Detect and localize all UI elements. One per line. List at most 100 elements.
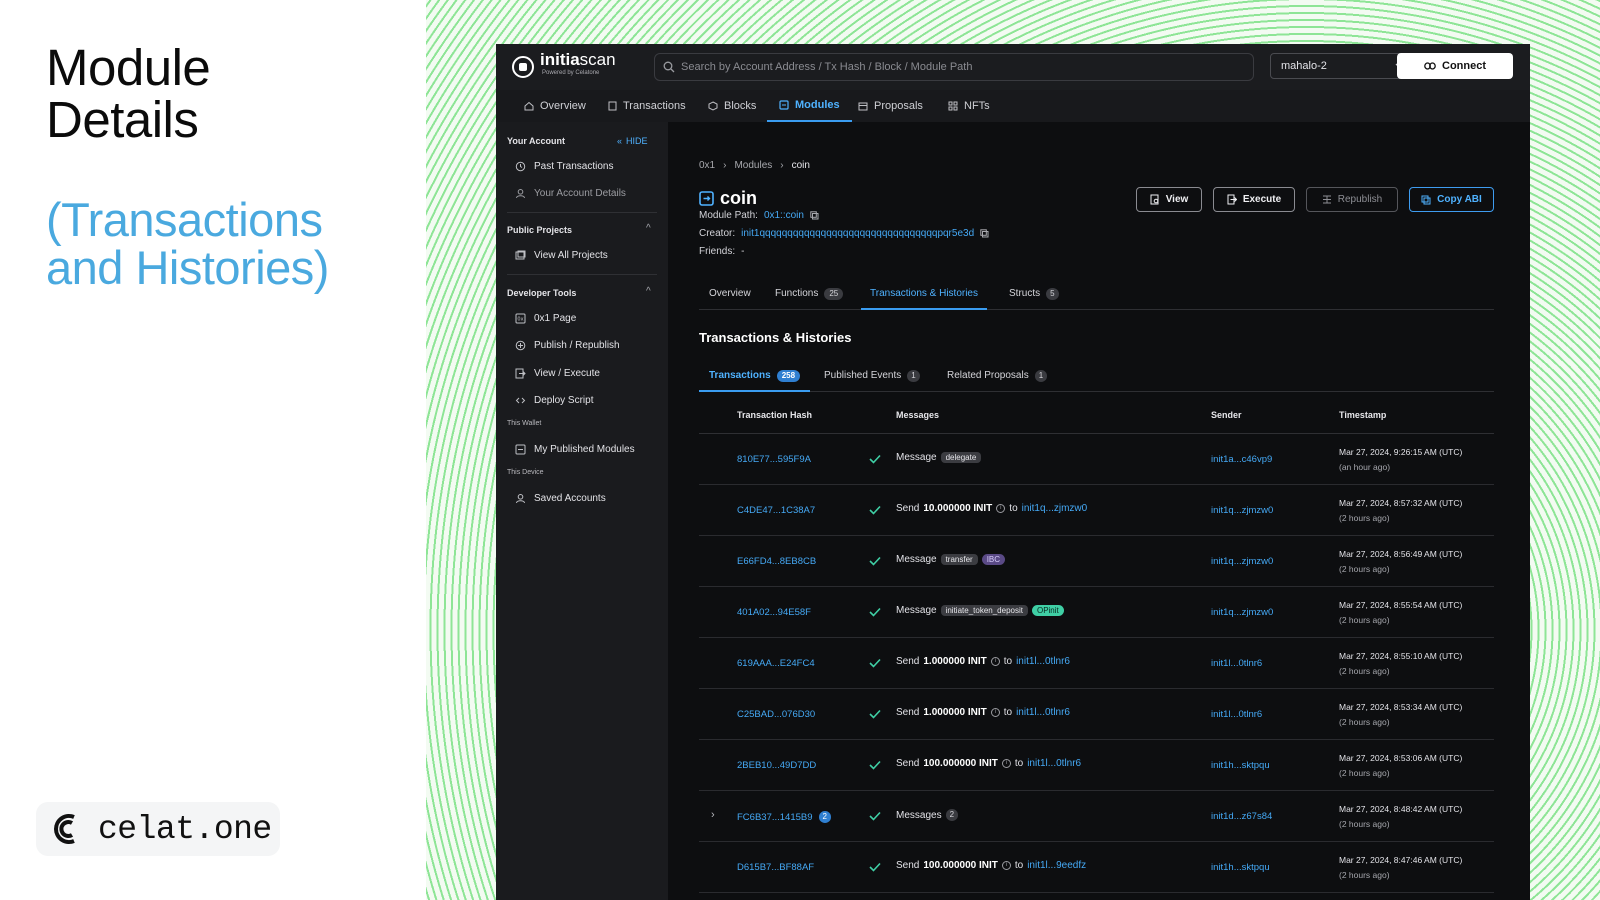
search-icon <box>663 61 675 73</box>
nav-modules-label: Modules <box>795 99 840 111</box>
nav-modules[interactable]: Modules <box>767 90 852 122</box>
copy-icon[interactable] <box>980 229 989 238</box>
expand-chevron-icon[interactable]: › <box>711 809 715 821</box>
copy-icon[interactable] <box>810 211 819 220</box>
tx-hash[interactable]: FC6B37...1415B9 2 <box>737 811 831 823</box>
tx-sender[interactable]: init1q...zjmzw0 <box>1211 607 1273 618</box>
creator-address[interactable]: init1qqqqqqqqqqqqqqqqqqqqqqqqqqqqqqqqpqr… <box>741 228 974 239</box>
recipient-address[interactable]: init1q...zjmzw0 <box>1022 503 1088 514</box>
table-row[interactable]: 401A02...94E58F Message initiate_token_d… <box>699 587 1494 638</box>
tab-overview[interactable]: Overview <box>709 284 751 310</box>
search-input[interactable] <box>681 61 1241 73</box>
sidebar-item-my-published-modules[interactable]: My Published Modules <box>515 441 635 457</box>
nav-proposals[interactable]: Proposals <box>858 90 923 122</box>
tx-sender[interactable]: init1d...z67s84 <box>1211 811 1272 822</box>
column-header-hash: Transaction Hash <box>737 410 813 420</box>
main-nav: Overview Transactions Blocks Modules Pro… <box>496 90 1530 122</box>
tx-hash[interactable]: 401A02...94E58F <box>737 607 811 618</box>
tx-hash[interactable]: C25BAD...076D30 <box>737 709 815 720</box>
user-icon <box>516 493 525 503</box>
info-icon[interactable]: i <box>990 708 1000 717</box>
tab-transactions-histories[interactable]: Transactions & Histories <box>861 284 987 310</box>
tx-hash[interactable]: C4DE47...1C38A7 <box>737 505 815 516</box>
column-header-sender: Sender <box>1211 410 1242 420</box>
connect-button[interactable]: Connect <box>1397 53 1513 79</box>
relative-time: (2 hours ago) <box>1339 717 1390 727</box>
sidebar-item-view-all-projects[interactable]: View All Projects <box>515 247 608 263</box>
breadcrumb-root[interactable]: 0x1 <box>699 160 715 171</box>
nav-blocks[interactable]: Blocks <box>708 90 756 122</box>
tab-published-events[interactable]: Published Events 1 <box>824 366 920 392</box>
sidebar-item-deploy-script[interactable]: Deploy Script <box>515 392 593 408</box>
sidebar-item-label: Your Account Details <box>534 187 626 199</box>
table-row[interactable]: › FC6B37...1415B9 2 Messages 2 init1d...… <box>699 791 1494 842</box>
table-header: Transaction Hash Messages Sender Timesta… <box>699 396 1494 434</box>
sidebar-item-publish[interactable]: Publish / Republish <box>515 337 620 353</box>
table-row[interactable]: E66FD4...8EB8CB Message transfer IBC ini… <box>699 536 1494 587</box>
tx-hash[interactable]: 810E77...595F9A <box>737 454 811 465</box>
recipient-address[interactable]: init1l...0tlnr6 <box>1016 707 1070 718</box>
copy-abi-button[interactable]: Copy ABI <box>1409 187 1494 212</box>
sidebar-item-account-details[interactable]: Your Account Details <box>515 185 626 201</box>
table-row[interactable]: 619AAA...E24FC4 Send 1.000000 INIT i to … <box>699 638 1494 689</box>
timestamp-text: Mar 27, 2024, 8:48:42 AM (UTC) <box>1339 804 1463 814</box>
tab-transactions[interactable]: Transactions 258 <box>699 366 811 392</box>
tab-related-proposals[interactable]: Related Proposals 1 <box>947 366 1048 392</box>
view-button[interactable]: View <box>1136 187 1202 212</box>
tx-hash[interactable]: 2BEB10...49D7DD <box>737 760 816 771</box>
nav-nfts-label: NFTs <box>964 100 990 112</box>
ibc-tag: IBC <box>981 554 1006 565</box>
tx-hash[interactable]: D615B7...BF88AF <box>737 862 814 873</box>
tx-sender[interactable]: init1a...c46vp9 <box>1211 454 1272 465</box>
message-prefix: Send <box>896 656 920 667</box>
tx-sender[interactable]: init1l...0tlnr6 <box>1211 709 1262 720</box>
tx-sender[interactable]: init1q...zjmzw0 <box>1211 556 1273 567</box>
relative-time: (an hour ago) <box>1339 462 1391 472</box>
proposal-icon <box>858 102 868 111</box>
info-icon[interactable]: i <box>1001 759 1011 768</box>
table-row[interactable]: C4DE47...1C38A7 Send 10.000000 INIT i to… <box>699 485 1494 536</box>
recipient-address[interactable]: init1l...0tlnr6 <box>1027 758 1081 769</box>
nav-blocks-label: Blocks <box>724 100 757 112</box>
tx-sender[interactable]: init1q...zjmzw0 <box>1211 505 1273 516</box>
recipient-address[interactable]: init1l...0tlnr6 <box>1016 656 1070 667</box>
sidebar-hide-button[interactable]: « HIDE <box>617 136 648 146</box>
grid-icon <box>948 101 958 111</box>
info-icon[interactable]: i <box>990 657 1000 666</box>
republish-button[interactable]: Republish <box>1306 187 1398 212</box>
double-chevron-left-icon: « <box>617 136 623 146</box>
search-box[interactable] <box>654 53 1254 81</box>
tx-hash[interactable]: E66FD4...8EB8CB <box>737 556 816 567</box>
recipient-address[interactable]: init1l...9eedfz <box>1027 860 1086 871</box>
module-path-value[interactable]: 0x1::coin <box>764 210 804 221</box>
tx-hash[interactable]: 619AAA...E24FC4 <box>737 658 815 669</box>
nav-nfts[interactable]: NFTs <box>948 90 990 122</box>
to-word: to <box>1003 707 1013 718</box>
network-select[interactable]: mahalo-2 <box>1270 53 1416 79</box>
tx-hash-text: FC6B37...1415B9 <box>737 811 813 823</box>
table-row[interactable]: C25BAD...076D30 Send 1.000000 INIT i to … <box>699 689 1494 740</box>
sidebar-item-0x1-page[interactable]: 0x 0x1 Page <box>515 310 576 326</box>
sidebar-item-past-transactions[interactable]: Past Transactions <box>515 158 613 174</box>
table-row[interactable]: D615B7...BF88AF Send 100.000000 INIT i t… <box>699 842 1494 893</box>
info-icon[interactable]: i <box>1001 861 1011 870</box>
tx-sender[interactable]: init1h...sktpqu <box>1211 760 1270 771</box>
tx-sender[interactable]: init1h...sktpqu <box>1211 862 1270 873</box>
chevron-up-icon[interactable]: ^ <box>646 286 651 297</box>
slide-title: Module Details <box>46 42 406 146</box>
execute-button[interactable]: Execute <box>1213 187 1295 212</box>
tab-structs[interactable]: Structs 5 <box>1009 284 1059 310</box>
nav-transactions[interactable]: Transactions <box>608 90 686 122</box>
presentation-panel: Module Details (Transactions and Histori… <box>0 0 426 900</box>
table-row[interactable]: 810E77...595F9A Message delegate init1a.… <box>699 434 1494 485</box>
nav-overview[interactable]: Overview <box>524 90 586 122</box>
tab-functions[interactable]: Functions 25 <box>775 284 844 310</box>
info-icon[interactable]: i <box>996 504 1006 513</box>
sidebar-item-view-execute[interactable]: View / Execute <box>515 365 600 381</box>
sidebar-item-saved-accounts[interactable]: Saved Accounts <box>515 490 606 506</box>
breadcrumb-section[interactable]: Modules <box>734 160 772 171</box>
app-logo[interactable]: initiascan Powered by Celatone <box>512 51 616 79</box>
chevron-up-icon[interactable]: ^ <box>646 223 651 234</box>
table-row[interactable]: 2BEB10...49D7DD Send 100.000000 INIT i t… <box>699 740 1494 791</box>
tx-sender[interactable]: init1l...0tlnr6 <box>1211 658 1262 669</box>
